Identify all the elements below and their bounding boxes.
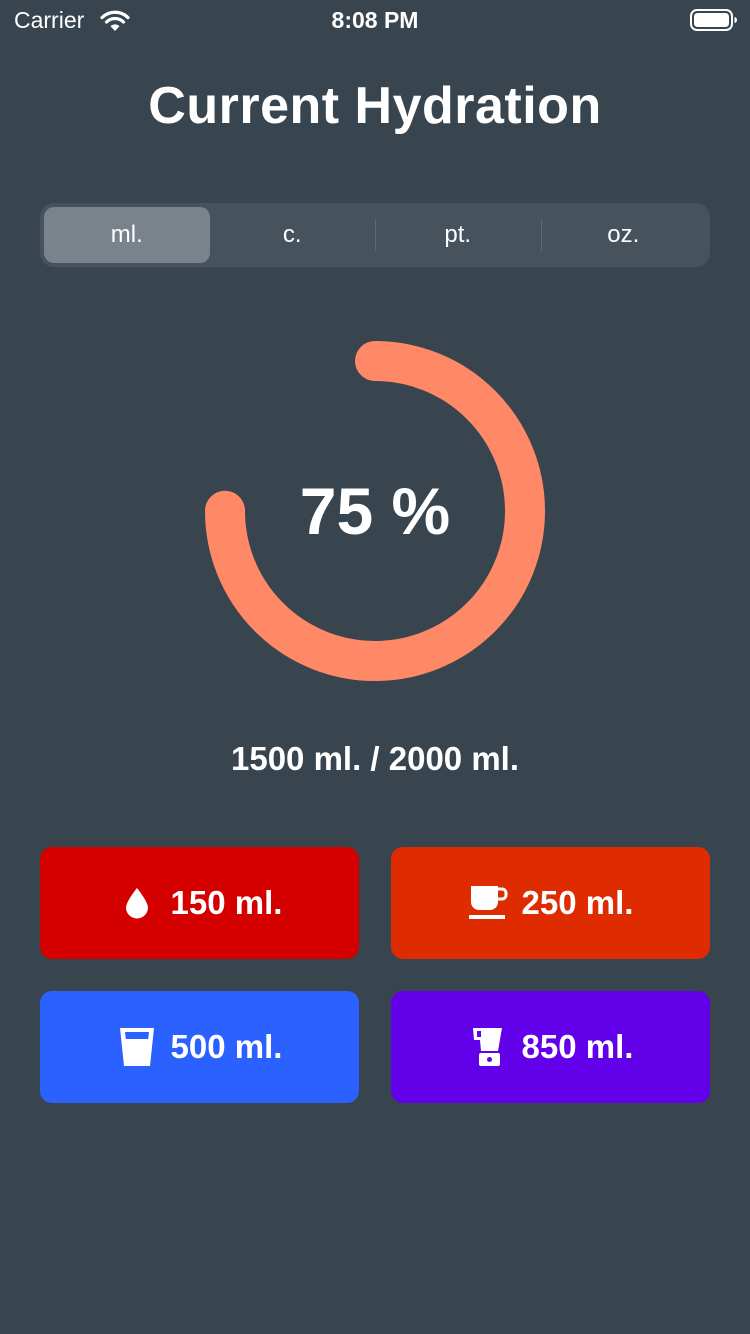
add-500-button[interactable]: 500 ml. — [40, 991, 359, 1103]
water-drop-icon — [117, 883, 157, 923]
coffee-cup-icon — [468, 883, 508, 923]
add-250-label: 250 ml. — [521, 884, 634, 921]
glass-icon — [117, 1027, 157, 1067]
blender-icon — [468, 1027, 508, 1067]
unit-segmented-control: ml. c. pt. oz. — [40, 203, 710, 267]
amount-summary: 1500 ml. / 2000 ml. — [230, 740, 520, 777]
progress-percent: 75 % — [299, 474, 451, 548]
add-250-button[interactable]: 250 ml. — [391, 847, 710, 959]
page-title: Current Hydration — [148, 77, 602, 135]
progress-ring: 75 % — [205, 341, 545, 681]
battery-icon — [690, 9, 737, 31]
status-bar: Carrier 8:08 PM — [0, 0, 750, 40]
segment-pints[interactable]: pt. — [375, 207, 541, 263]
segment-cups[interactable]: c. — [210, 207, 376, 263]
segment-ml[interactable]: ml. — [44, 207, 210, 263]
add-500-label: 500 ml. — [170, 1028, 283, 1065]
add-850-button[interactable]: 850 ml. — [391, 991, 710, 1103]
add-150-button[interactable]: 150 ml. — [40, 847, 359, 959]
add-850-label: 850 ml. — [521, 1028, 634, 1065]
hydration-screen: Carrier 8:08 PM Current Hydration ml. c.… — [0, 0, 750, 1334]
clock: 8:08 PM — [331, 7, 419, 33]
segment-ounces[interactable]: oz. — [540, 207, 707, 263]
add-150-label: 150 ml. — [170, 884, 283, 921]
